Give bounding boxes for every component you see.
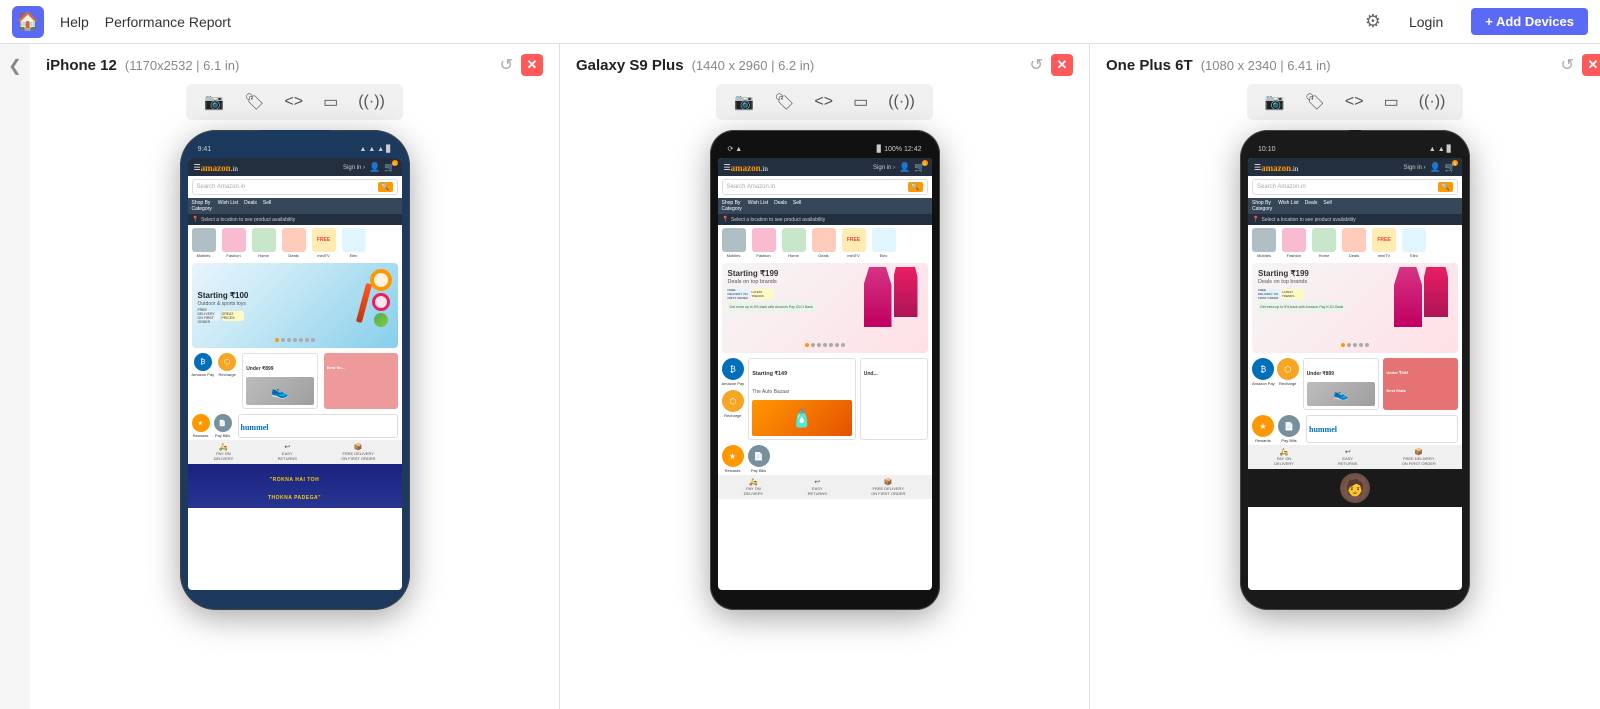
- device-specs-iphone12: (1170x2532 | 6.1 in): [125, 58, 239, 73]
- device-name-galaxy: Galaxy S9 Plus: [576, 57, 684, 74]
- refresh-icon-iphone12[interactable]: ↺: [500, 55, 513, 75]
- device-specs-galaxy: (1440 x 2960 | 6.2 in): [692, 58, 815, 73]
- galaxy-punch-hole: [821, 138, 829, 146]
- amz-footer-iphone12: 🛵 PAY ONDELIVERY ↩ EASYRETURNS 📦 FREE DE…: [188, 440, 402, 464]
- devices-area: iPhone 12 (1170x2532 | 6.1 in) ↺ ✕ 📷 🏷 <…: [30, 44, 1600, 709]
- help-link[interactable]: Help: [60, 14, 89, 30]
- phone-screen-oneplus[interactable]: ☰ amazon.in Sign in › 👤 🛒 0 Search Amazo…: [1248, 158, 1462, 590]
- dress-decoration-oneplus: [1394, 267, 1454, 347]
- refresh-icon-galaxy[interactable]: ↺: [1030, 55, 1043, 75]
- amz-search-oneplus[interactable]: Search Amazon.in 🔍: [1252, 179, 1458, 195]
- tag-icon-iphone12[interactable]: 🏷: [238, 90, 270, 114]
- screen-icon-oneplus[interactable]: ▭: [1378, 90, 1405, 114]
- amz-banner-oneplus: Starting ₹199 Deals on top brands FREE D…: [1252, 263, 1458, 353]
- code-icon-iphone12[interactable]: <>: [278, 91, 309, 113]
- amz-nav-oneplus: Shop ByCategory Wish List Deals Sell: [1248, 198, 1462, 214]
- amz-quicklinks-iphone12: ₿ Amazon Pay ⬡ Recharge Under ₹899 👟: [188, 350, 402, 412]
- dress-decoration-galaxy: [864, 267, 924, 347]
- amz-header-oneplus: ☰ amazon.in Sign in › 👤 🛒 0: [1248, 158, 1462, 176]
- camera-icon-iphone12[interactable]: 📷: [198, 90, 230, 114]
- amz-header-iphone12: ☰ amazon.in Sign in › 👤 🛒 0: [188, 158, 402, 176]
- close-button-oneplus[interactable]: ✕: [1582, 54, 1600, 76]
- code-icon-oneplus[interactable]: <>: [1339, 91, 1370, 113]
- oneplus-notch: [1349, 130, 1361, 146]
- device-name-oneplus: One Plus 6T: [1106, 57, 1193, 74]
- status-bar-iphone12: 9:41 ▲ ▲ ▲ ▊: [188, 142, 402, 156]
- device-header-oneplus: One Plus 6T (1080 x 2340 | 6.41 in) ↺ ✕: [1090, 54, 1600, 84]
- amz-footer-galaxy: 🛵 PAY ONDELIVERY ↩ EASYRETURNS 📦 FREE DE…: [718, 475, 932, 499]
- device-specs-oneplus: (1080 x 2340 | 6.41 in): [1201, 58, 1331, 73]
- device-toolbar-galaxy: 📷 🏷 <> ▭ ((·)): [716, 84, 933, 120]
- wifi-icon-oneplus[interactable]: ((·)): [1413, 91, 1452, 113]
- device-header-iphone12: iPhone 12 (1170x2532 | 6.1 in) ↺ ✕: [30, 54, 559, 84]
- amz-nav-iphone12: Shop ByCategory Wish List Deals Sell: [188, 198, 402, 214]
- device-toolbar-iphone12: 📷 🏷 <> ▭ ((·)): [186, 84, 403, 120]
- amz-location-galaxy: 📍 Select a location to see product avail…: [718, 214, 932, 225]
- camera-icon-galaxy[interactable]: 📷: [728, 90, 760, 114]
- screen-icon-galaxy[interactable]: ▭: [847, 90, 874, 114]
- amz-categories-oneplus: Mobiles Fashion Home Deals: [1248, 225, 1462, 261]
- person-image-oneplus: 🧑: [1340, 473, 1370, 503]
- amz-header-galaxy: ☰ amazon.in Sign in › 👤 🛒 0: [718, 158, 932, 176]
- phone-frame-oneplus: 10:10 ▲ ▲ ▊ ☰ amazon.in Sign in › 👤 🛒 0: [1240, 130, 1470, 610]
- device-col-galaxy: Galaxy S9 Plus (1440 x 2960 | 6.2 in) ↺ …: [560, 44, 1090, 709]
- topnav: 🏠 Help Performance Report ⚙ Login + Add …: [0, 0, 1600, 44]
- device-col-oneplus: One Plus 6T (1080 x 2340 | 6.41 in) ↺ ✕ …: [1090, 44, 1600, 709]
- wifi-icon-iphone12[interactable]: ((·)): [352, 91, 391, 113]
- close-button-iphone12[interactable]: ✕: [521, 54, 543, 76]
- login-link[interactable]: Login: [1409, 14, 1443, 30]
- amz-search-galaxy[interactable]: Search Amazon.in 🔍: [722, 179, 928, 195]
- amz-nav-galaxy: Shop ByCategory Wish List Deals Sell: [718, 198, 932, 214]
- iphone-notch: [260, 130, 330, 144]
- tag-icon-oneplus[interactable]: 🏷: [1299, 90, 1331, 114]
- phone-frame-galaxy: ⟳ ▲ ▊ 100% 12:42 ☰ amazon.in Sign in › 👤…: [710, 130, 940, 610]
- chevron-left-icon: ❮: [8, 56, 21, 76]
- wifi-icon-galaxy[interactable]: ((·)): [882, 91, 921, 113]
- code-icon-galaxy[interactable]: <>: [808, 91, 839, 113]
- refresh-icon-oneplus[interactable]: ↺: [1561, 55, 1574, 75]
- camera-icon-oneplus[interactable]: 📷: [1259, 90, 1291, 114]
- amz-banner-galaxy: Starting ₹199 Deals on top brands FREE D…: [722, 263, 928, 353]
- device-toolbar-oneplus: 📷 🏷 <> ▭ ((·)): [1247, 84, 1464, 120]
- tag-icon-galaxy[interactable]: 🏷: [768, 90, 800, 114]
- amz-location-oneplus: 📍 Select a location to see product avail…: [1248, 214, 1462, 225]
- settings-icon[interactable]: ⚙: [1365, 11, 1381, 32]
- amz-location-iphone12: 📍 Select a location to see product avail…: [188, 214, 402, 225]
- close-button-galaxy[interactable]: ✕: [1051, 54, 1073, 76]
- page-title: Performance Report: [105, 14, 231, 30]
- phone-screen-galaxy[interactable]: ☰ amazon.in Sign in › 👤 🛒 0 Search Amazo…: [718, 158, 932, 590]
- logo-icon[interactable]: 🏠: [12, 6, 44, 38]
- device-col-iphone12: iPhone 12 (1170x2532 | 6.1 in) ↺ ✕ 📷 🏷 <…: [30, 44, 560, 709]
- sidebar-toggle[interactable]: ❮: [0, 44, 30, 709]
- screen-icon-iphone12[interactable]: ▭: [317, 90, 344, 114]
- device-name-iphone12: iPhone 12: [46, 57, 117, 74]
- main-area: ❮ iPhone 12 (1170x2532 | 6.1 in) ↺ ✕ 📷 🏷…: [0, 44, 1600, 709]
- amz-categories-galaxy: Mobiles Fashion Home Deals: [718, 225, 932, 261]
- add-devices-button[interactable]: + Add Devices: [1471, 8, 1588, 35]
- amz-banner-iphone12: Starting ₹100 Outdoor & sports toys FREE…: [192, 263, 398, 348]
- phone-screen-iphone12[interactable]: ☰ amazon.in Sign in › 👤 🛒 0 Search Amazo…: [188, 158, 402, 590]
- device-header-galaxy: Galaxy S9 Plus (1440 x 2960 | 6.2 in) ↺ …: [560, 54, 1089, 84]
- amz-categories-iphone12: Mobiles Fashion Home Deals: [188, 225, 402, 261]
- amz-search-iphone12[interactable]: Search Amazon.in 🔍: [192, 179, 398, 195]
- phone-frame-iphone12: 9:41 ▲ ▲ ▲ ▊ ☰ amazon.in Sign in › 👤 🛒 0: [180, 130, 410, 610]
- amz-footer-oneplus: 🛵 PAY ONDELIVERY ↩ EASYRETURNS 📦 FREE DE…: [1248, 445, 1462, 469]
